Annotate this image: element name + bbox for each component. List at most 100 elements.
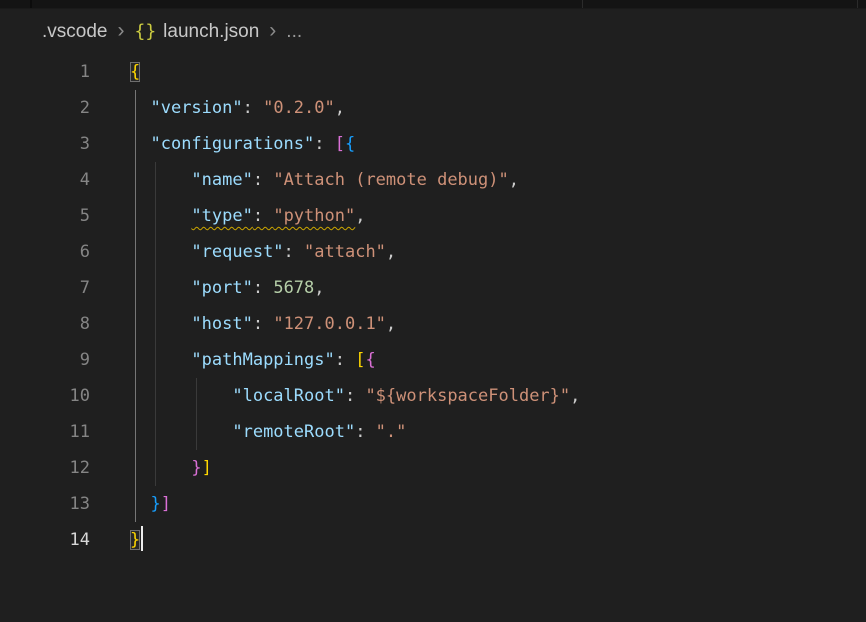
line-code[interactable]: "host": "127.0.0.1", <box>130 306 866 342</box>
token: "request" <box>191 242 283 262</box>
token: "${workspaceFolder}" <box>365 386 570 406</box>
token: "host" <box>191 314 252 334</box>
line-number[interactable]: 7 <box>0 278 130 298</box>
token: } <box>150 494 160 514</box>
breadcrumb-item-symbols[interactable]: ... <box>286 21 302 43</box>
indent-guide <box>135 486 136 522</box>
line-number[interactable]: 8 <box>0 314 130 334</box>
indent-guide <box>135 234 136 270</box>
code-line[interactable]: 1{ <box>0 54 866 90</box>
token: : <box>345 386 365 406</box>
token: { <box>365 350 375 370</box>
indent-guide <box>135 198 136 234</box>
indentation <box>130 314 191 334</box>
indent-guide <box>135 270 136 306</box>
indent-guide <box>155 378 156 414</box>
indent-guide <box>135 162 136 198</box>
indentation <box>130 386 232 406</box>
code-line[interactable]: 3 "configurations": [{ <box>0 126 866 162</box>
editor[interactable]: 1{2 "version": "0.2.0",3 "configurations… <box>0 54 866 558</box>
indent-guide <box>135 450 136 486</box>
line-number[interactable]: 10 <box>0 386 130 406</box>
token: "configurations" <box>150 134 314 154</box>
line-number[interactable]: 5 <box>0 206 130 226</box>
line-code[interactable]: }] <box>130 486 866 522</box>
indentation <box>130 98 150 118</box>
token: { <box>345 134 355 154</box>
tab-separator <box>857 0 858 8</box>
token: ] <box>161 494 171 514</box>
breadcrumb-file-label: launch.json <box>163 21 259 42</box>
code-line[interactable]: 11 "remoteRoot": "." <box>0 414 866 450</box>
chevron-right-icon: › <box>117 20 124 41</box>
indent-guide <box>155 162 156 198</box>
token: , <box>314 278 324 298</box>
line-code[interactable]: "remoteRoot": "." <box>130 414 866 450</box>
line-number[interactable]: 12 <box>0 458 130 478</box>
line-code[interactable]: "request": "attach", <box>130 234 866 270</box>
breadcrumb: .vscode › {}launch.json › ... <box>0 9 866 54</box>
indentation <box>130 494 150 514</box>
token: "name" <box>191 170 252 190</box>
line-code[interactable]: "configurations": [{ <box>130 126 866 162</box>
line-number[interactable]: 1 <box>0 62 130 82</box>
line-code[interactable]: "name": "Attach (remote debug)", <box>130 162 866 198</box>
line-number[interactable]: 6 <box>0 242 130 262</box>
indentation <box>130 206 191 226</box>
token: , <box>355 206 365 226</box>
line-number[interactable]: 14 <box>0 530 130 550</box>
line-code[interactable]: "port": 5678, <box>130 270 866 306</box>
code-line[interactable]: 5 "type": "python", <box>0 198 866 234</box>
line-code[interactable]: }] <box>130 450 866 486</box>
code-line[interactable]: 14} <box>0 522 866 558</box>
code-line[interactable]: 9 "pathMappings": [{ <box>0 342 866 378</box>
line-code[interactable]: "localRoot": "${workspaceFolder}", <box>130 378 866 414</box>
line-number[interactable]: 11 <box>0 422 130 442</box>
code-line[interactable]: 2 "version": "0.2.0", <box>0 90 866 126</box>
indent-guide <box>155 450 156 486</box>
token: "port" <box>191 278 252 298</box>
token: "127.0.0.1" <box>273 314 386 334</box>
token: , <box>386 314 396 334</box>
line-number[interactable]: 9 <box>0 350 130 370</box>
line-number[interactable]: 3 <box>0 134 130 154</box>
token: : <box>355 422 375 442</box>
tab-bar-edge <box>0 0 866 9</box>
indent-guide <box>135 90 136 126</box>
indent-guide <box>135 342 136 378</box>
breadcrumb-item-vscode-folder[interactable]: .vscode <box>42 21 107 43</box>
code-line[interactable]: 7 "port": 5678, <box>0 270 866 306</box>
code-line[interactable]: 10 "localRoot": "${workspaceFolder}", <box>0 378 866 414</box>
token: [ <box>355 350 365 370</box>
code-line[interactable]: 13 }] <box>0 486 866 522</box>
code-lines[interactable]: 1{2 "version": "0.2.0",3 "configurations… <box>0 54 866 558</box>
line-code[interactable]: "version": "0.2.0", <box>130 90 866 126</box>
line-number[interactable]: 2 <box>0 98 130 118</box>
line-number[interactable]: 13 <box>0 494 130 514</box>
line-code[interactable]: "pathMappings": [{ <box>130 342 866 378</box>
indent-guide <box>155 342 156 378</box>
indent-guide <box>135 414 136 450</box>
line-code[interactable]: { <box>130 54 866 90</box>
token: , <box>509 170 519 190</box>
code-line[interactable]: 4 "name": "Attach (remote debug)", <box>0 162 866 198</box>
indentation <box>130 350 191 370</box>
token: } <box>191 458 201 478</box>
tab-separator <box>582 0 583 8</box>
indent-guide <box>155 270 156 306</box>
token: } <box>130 530 140 550</box>
line-code[interactable]: "type": "python", <box>130 198 866 234</box>
token: , <box>386 242 396 262</box>
token: : <box>253 278 273 298</box>
line-number[interactable]: 4 <box>0 170 130 190</box>
line-code[interactable]: } <box>130 522 866 558</box>
breadcrumb-item-launch-json[interactable]: {}launch.json <box>134 21 259 43</box>
token: : <box>335 350 355 370</box>
code-line[interactable]: 8 "host": "127.0.0.1", <box>0 306 866 342</box>
token: : <box>314 134 334 154</box>
indentation <box>130 422 232 442</box>
token: : <box>243 98 263 118</box>
token: "type" <box>191 206 252 226</box>
code-line[interactable]: 12 }] <box>0 450 866 486</box>
code-line[interactable]: 6 "request": "attach", <box>0 234 866 270</box>
